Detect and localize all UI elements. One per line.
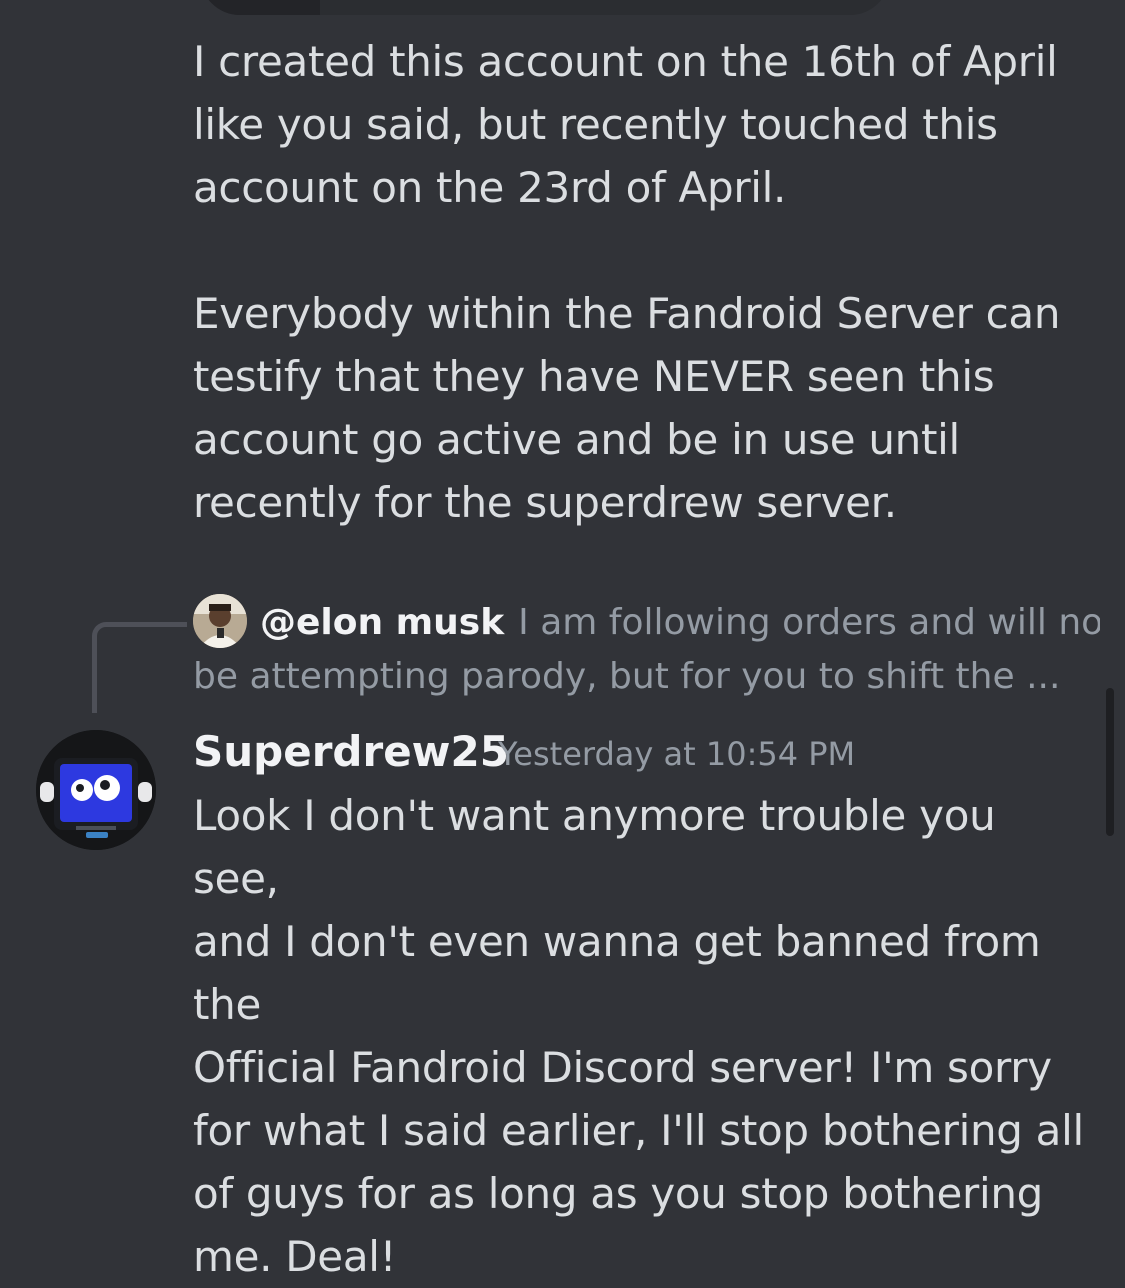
reply-avatar[interactable] — [193, 594, 247, 648]
message-text-paragraph-2: Everybody within the Fandroid Server can… — [193, 289, 1061, 527]
message-timestamp: Yesterday at 10:54 PM — [498, 735, 856, 773]
reply-snippet-line-2[interactable]: be attempting parody, but for you to shi… — [193, 650, 1073, 704]
previous-embed-edge — [200, 0, 890, 15]
robot-avatar-icon — [36, 730, 156, 850]
person-avatar-icon — [193, 594, 247, 648]
reply-snippet-line-1: I am following orders and will not — [518, 602, 1100, 643]
reply-connector-line — [92, 622, 187, 713]
reply-preview[interactable]: @elon musk I am following orders and will… — [260, 596, 1100, 650]
message-text-paragraph-1: I created this account on the 16th of Ap… — [193, 37, 1058, 212]
message-content: Look I don't want anymore trouble you se… — [193, 791, 1084, 1281]
author-avatar[interactable] — [36, 730, 156, 850]
embed-accent — [200, 0, 320, 15]
scrollbar[interactable] — [1106, 688, 1114, 836]
message-author-name[interactable]: Superdrew25 — [193, 722, 509, 782]
reply-author-name[interactable]: @elon musk — [260, 602, 504, 643]
